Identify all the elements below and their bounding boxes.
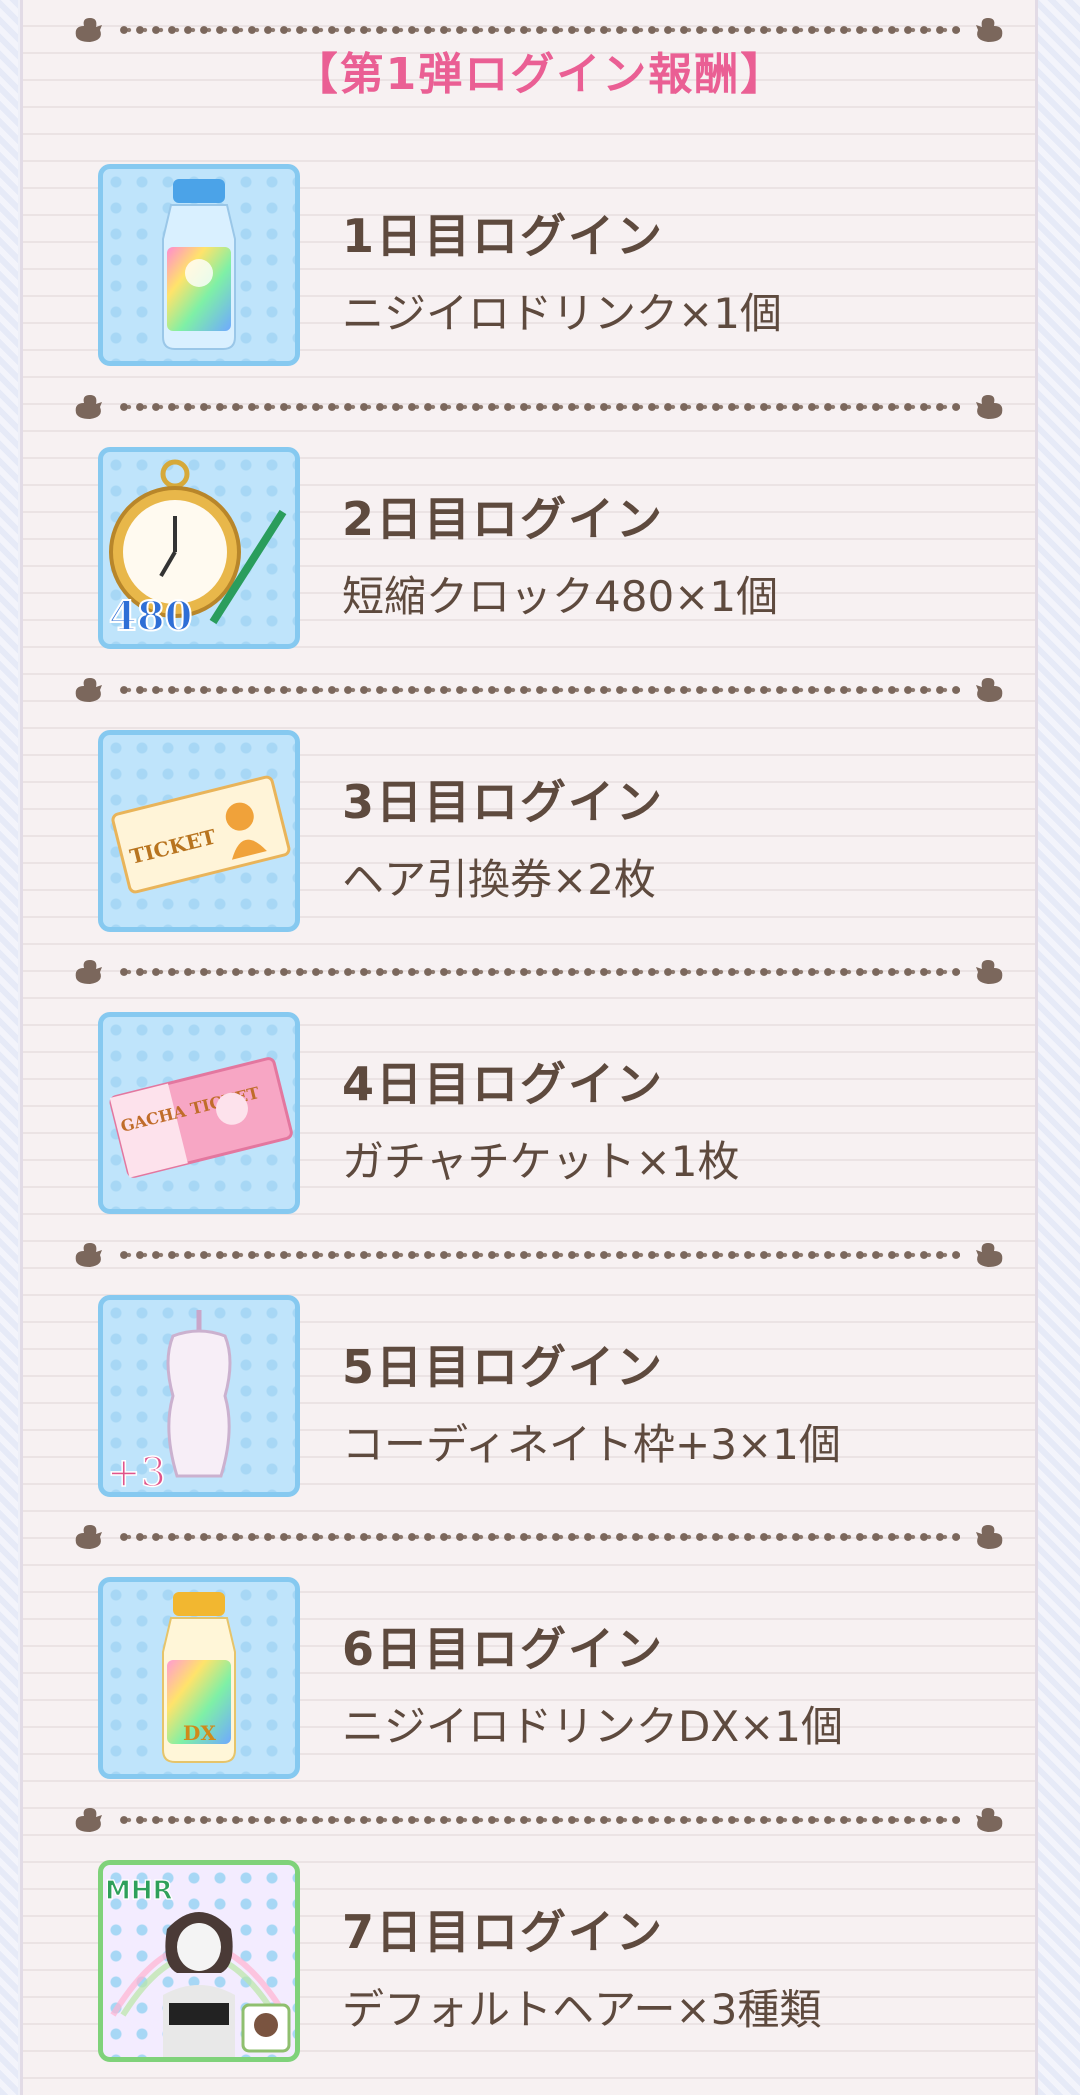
reward-row-day-3: TICKET 3日目ログイン ヘア引換券×2枚: [98, 730, 998, 936]
rainbow-drink-icon: [98, 164, 300, 366]
duck-icon: [976, 1808, 1003, 1832]
rainbow-drink-dx-icon: DX: [98, 1577, 300, 1779]
dotted-divider: [70, 952, 1008, 992]
reward-item-text: デフォルトヘアー×3種類: [342, 1985, 822, 2034]
reward-row-day-2: 480 2日目ログイン 短縮クロック480×1個: [98, 447, 998, 653]
dotted-divider: [70, 1800, 1008, 1840]
day-label: 1日目ログイン: [342, 209, 665, 263]
duck-icon: [75, 1808, 102, 1832]
dotted-divider: [70, 1235, 1008, 1275]
duck-icon: [976, 1525, 1003, 1549]
reward-row-day-5: +3 5日目ログイン コーディネイト枠+3×1個: [98, 1295, 998, 1501]
duck-icon: [976, 678, 1003, 702]
dotted-divider: [70, 387, 1008, 427]
reward-item-text: ニジイロドリンク×1個: [342, 289, 782, 338]
day-label: 7日目ログイン: [342, 1905, 665, 1959]
reward-row-day-4: GACHA TICKET 4日目ログイン ガチャチケット×1枚: [98, 1012, 998, 1218]
clock-badge: 480: [109, 593, 193, 640]
left-border-pattern: [0, 0, 18, 2095]
mannequin-icon: +3: [98, 1295, 300, 1497]
slot-badge: +3: [107, 1450, 166, 1492]
dotted-divider: [70, 670, 1008, 710]
day-label: 6日目ログイン: [342, 1622, 665, 1676]
default-hair-icon: MHR: [98, 1860, 300, 2062]
dotted-divider: [70, 1517, 1008, 1557]
day-label: 3日目ログイン: [342, 775, 665, 829]
gacha-ticket-icon: GACHA TICKET: [98, 1012, 300, 1214]
duck-icon: [75, 1243, 102, 1267]
reward-item-text: コーディネイト枠+3×1個: [342, 1420, 841, 1469]
reward-row-day-1: 1日目ログイン ニジイロドリンク×1個: [98, 164, 998, 370]
reward-item-text: ニジイロドリンクDX×1個: [342, 1702, 844, 1751]
reward-row-day-6: DX 6日目ログイン ニジイロドリンクDX×1個: [98, 1577, 998, 1783]
duck-icon: [75, 395, 102, 419]
duck-icon: [976, 1243, 1003, 1267]
duck-icon: [75, 1525, 102, 1549]
page-title: 【第1弾ログイン報酬】: [293, 49, 787, 100]
reward-item-text: ガチャチケット×1枚: [342, 1137, 740, 1186]
duck-icon: [75, 678, 102, 702]
reward-row-day-7: MHR 7日目ログイン デフォルトヘアー×3種類: [98, 1860, 998, 2066]
reward-item-text: 短縮クロック480×1個: [342, 572, 779, 621]
dx-badge: DX: [183, 1721, 216, 1745]
day-label: 5日目ログイン: [342, 1340, 665, 1394]
day-label: 2日目ログイン: [342, 492, 665, 546]
hair-ticket-icon: TICKET: [98, 730, 300, 932]
duck-icon: [976, 960, 1003, 984]
pocket-watch-icon: 480: [98, 447, 300, 649]
duck-icon: [976, 395, 1003, 419]
rarity-badge: MHR: [105, 1876, 173, 1906]
duck-icon: [75, 960, 102, 984]
reward-item-text: ヘア引換券×2枚: [342, 855, 656, 904]
day-label: 4日目ログイン: [342, 1057, 665, 1111]
right-border-pattern: [1038, 0, 1080, 2095]
